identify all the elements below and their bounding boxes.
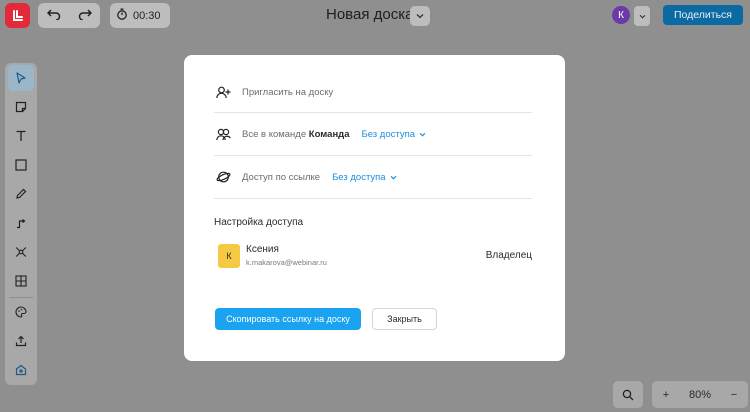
zoom-controls: + 80% − xyxy=(652,381,748,408)
cursor-icon xyxy=(16,72,26,84)
share-dialog: Пригласить на доску Все в команде Команд… xyxy=(184,55,565,361)
top-bar: 00:30 Новая доска К Поделиться xyxy=(0,0,750,32)
tools-panel xyxy=(5,63,37,385)
globe-link-icon xyxy=(214,168,232,186)
toolbar-divider xyxy=(9,297,33,298)
redo-icon[interactable] xyxy=(78,7,92,25)
team-access-value: Без доступа xyxy=(361,128,416,140)
link-access-label: Доступ по ссылке xyxy=(242,171,321,183)
mindmap-tool[interactable] xyxy=(8,239,34,265)
member-email: k.makarova@webinar.ru xyxy=(246,258,327,267)
chevron-down-icon xyxy=(639,14,645,19)
close-button[interactable]: Закрыть xyxy=(372,308,437,330)
team-access-row: Все в команде Команда Без доступа xyxy=(214,125,532,143)
table-icon xyxy=(15,275,27,287)
table-tool[interactable] xyxy=(8,268,34,294)
board-search-button[interactable] xyxy=(613,381,643,408)
user-avatar[interactable]: К xyxy=(612,6,630,24)
team-access-dropdown[interactable]: Без доступа xyxy=(362,129,427,140)
zoom-in-button[interactable]: + xyxy=(652,389,680,401)
text-icon xyxy=(16,130,26,141)
invite-label: Пригласить на доску xyxy=(242,86,334,98)
sticky-note-icon xyxy=(15,101,27,113)
undo-icon[interactable] xyxy=(46,7,61,25)
connector-icon xyxy=(17,219,26,229)
board-title[interactable]: Новая доска xyxy=(326,6,413,23)
undo-redo-group xyxy=(38,3,100,28)
upload-tool[interactable] xyxy=(8,328,34,354)
mindmap-icon xyxy=(15,247,27,257)
sticky-note-tool[interactable] xyxy=(8,94,34,120)
connector-tool[interactable] xyxy=(8,210,34,236)
divider xyxy=(214,198,532,199)
team-name: Команда xyxy=(308,128,350,140)
palette-tool[interactable] xyxy=(8,299,34,325)
link-access-value: Без доступа xyxy=(332,171,386,183)
link-access-dropdown[interactable]: Без доступа xyxy=(332,172,397,183)
zoom-level[interactable]: 80% xyxy=(680,389,720,401)
access-settings-title: Настройка доступа xyxy=(214,217,304,228)
upload-icon xyxy=(15,335,27,347)
app-logo[interactable] xyxy=(5,3,30,28)
divider xyxy=(214,155,532,156)
team-access-label: Все в команде Команда xyxy=(242,128,350,140)
user-menu-toggle[interactable] xyxy=(634,6,650,26)
chevron-down-icon xyxy=(416,14,424,19)
invite-row[interactable]: Пригласить на доску xyxy=(214,83,532,101)
search-icon xyxy=(622,389,634,400)
board-title-menu[interactable] xyxy=(410,6,430,26)
rectangle-tool[interactable] xyxy=(8,152,34,178)
text-tool[interactable] xyxy=(8,123,34,149)
add-user-icon xyxy=(214,83,232,101)
divider xyxy=(214,112,532,113)
member-avatar: К xyxy=(218,244,240,268)
timer-value: 00:30 xyxy=(133,9,161,22)
rectangle-icon xyxy=(15,159,27,171)
member-name: Ксения xyxy=(246,244,279,255)
zoom-out-button[interactable]: − xyxy=(720,389,748,401)
timer-icon xyxy=(116,7,128,25)
member-row: К Ксения k.makarova@webinar.ru Владелец xyxy=(218,244,532,268)
member-role: Владелец xyxy=(485,250,532,261)
team-icon xyxy=(214,125,232,143)
chevron-down-icon xyxy=(390,175,397,180)
pen-tool[interactable] xyxy=(8,181,34,207)
link-access-row: Доступ по ссылке Без доступа xyxy=(214,168,532,186)
timer[interactable]: 00:30 xyxy=(110,3,170,28)
pen-icon xyxy=(16,188,27,199)
chevron-down-icon xyxy=(419,132,426,137)
plugins-tool[interactable] xyxy=(8,357,34,383)
share-button[interactable]: Поделиться xyxy=(663,5,743,25)
plugins-icon xyxy=(15,364,27,376)
cursor-tool[interactable] xyxy=(8,65,34,91)
logo-icon xyxy=(12,9,23,21)
palette-icon xyxy=(15,306,27,318)
copy-link-button[interactable]: Скопировать ссылку на доску xyxy=(215,308,361,330)
